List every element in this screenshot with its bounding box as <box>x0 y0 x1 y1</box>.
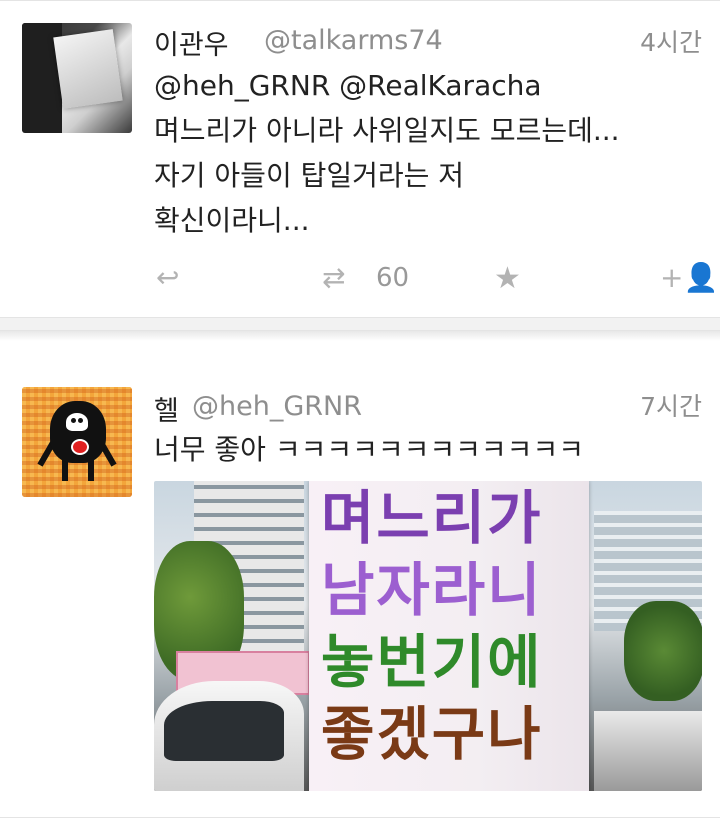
tweet-text: @heh_GRNR @RealKaracha 며느리가 아니라 사위일지도 모르… <box>154 69 620 237</box>
author-handle[interactable]: @talkarms74 <box>264 25 443 56</box>
tweet-card[interactable]: 이관우 @talkarms74 4시간 @heh_GRNR @RealKarac… <box>0 0 720 318</box>
timestamp[interactable]: 7시간 <box>640 387 702 423</box>
sign-line: 놓번기에 <box>321 628 543 696</box>
sign-line: 좋겠구나 <box>321 700 543 768</box>
follow-icon[interactable]: +👤 <box>660 261 718 294</box>
photo-tree <box>624 601 702 701</box>
photo-car <box>594 711 702 791</box>
sign-line: 며느리가 <box>321 484 543 552</box>
tweet-card[interactable]: 헬 @heh_GRNR 7시간 너무 좋아 ㅋㅋㅋㅋㅋㅋㅋㅋㅋㅋㅋㅋ 며느리가 … <box>0 330 720 818</box>
avatar[interactable] <box>22 387 132 497</box>
sign-line: 남자라니 <box>321 556 543 624</box>
skull-icon <box>66 413 88 431</box>
tweet-photo[interactable]: 며느리가 남자라니 놓번기에 좋겠구나 <box>154 481 702 791</box>
author-name[interactable]: 이관우 <box>154 23 229 62</box>
protest-sign: 며느리가 남자라니 놓번기에 좋겠구나 <box>309 481 589 791</box>
tweet-text: 너무 좋아 ㅋㅋㅋㅋㅋㅋㅋㅋㅋㅋㅋㅋ <box>154 433 584 466</box>
screenshot-seam <box>0 331 720 341</box>
retweet-icon[interactable]: ⇄ <box>322 261 345 294</box>
gem-icon <box>71 439 89 455</box>
retweet-count: 60 <box>376 263 410 293</box>
star-icon[interactable]: ★ <box>494 261 521 296</box>
reply-icon[interactable]: ↩ <box>156 261 179 294</box>
timestamp[interactable]: 4시간 <box>640 23 702 59</box>
author-name[interactable]: 헬 <box>154 389 179 428</box>
avatar[interactable] <box>22 23 132 133</box>
photo-car-window <box>164 701 284 761</box>
author-handle[interactable]: @heh_GRNR <box>192 391 362 422</box>
avatar-photo <box>53 29 123 109</box>
tweet-actions: ↩ ⇄ 60 ★ +👤 <box>0 251 720 301</box>
